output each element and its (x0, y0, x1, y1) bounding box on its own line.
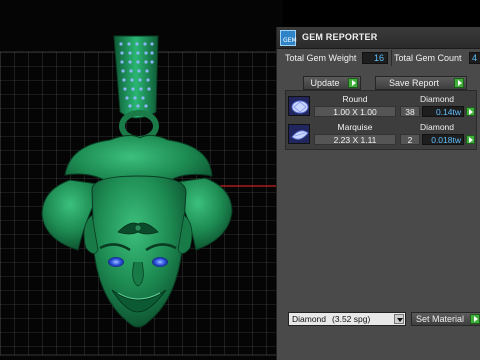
play-arrow-icon (348, 78, 358, 88)
gem-weight: 0.14tw (422, 106, 464, 117)
gem-row[interactable]: Marquise 2.23 X 1.11 Diamond 2 0.018tw (286, 122, 476, 147)
material-name: Diamond (292, 314, 327, 324)
set-material-button[interactable]: Set Material (411, 312, 480, 326)
gem-action-arrow-icon[interactable] (466, 107, 475, 116)
total-gem-count-value: 4 (469, 52, 480, 64)
gem-weight: 0.018tw (422, 134, 464, 145)
gem-size: 1.00 X 1.00 (314, 106, 396, 117)
left-eye-gem (108, 257, 124, 267)
material-select[interactable]: Diamond (3.52 spg) (288, 312, 406, 326)
gem-count: 2 (400, 134, 420, 145)
total-gem-weight-value: 16 (362, 52, 388, 64)
gem-shape: Round (342, 94, 368, 104)
panel-title: GEM REPORTER (302, 32, 378, 42)
save-report-button-label: Save Report (388, 78, 440, 88)
gem-material: Diamond (419, 94, 455, 104)
gem-shape: Marquise (337, 122, 373, 132)
panel-header: GEM GEM REPORTER (277, 27, 480, 49)
gem-count: 38 (400, 106, 420, 117)
divider (391, 50, 392, 66)
gem-reporter-logo-icon: GEM (280, 30, 297, 46)
chevron-down-icon (394, 314, 404, 324)
update-button[interactable]: Update (303, 76, 361, 90)
pendant-bail (113, 35, 159, 119)
total-gem-count-label: Total Gem Count (394, 53, 462, 63)
material-density: (3.52 spg) (332, 314, 371, 324)
right-eye-gem (152, 257, 168, 267)
update-button-label: Update (310, 78, 340, 88)
gem-list: Round 1.00 X 1.00 Diamond 38 0.14tw Marq… (285, 90, 477, 150)
gem-reporter-panel: GEM GEM REPORTER Total Gem Weight 16 Tot… (276, 27, 480, 360)
save-report-button[interactable]: Save Report (375, 76, 467, 90)
total-gem-weight-label: Total Gem Weight (285, 53, 357, 63)
marquise-gem-icon (288, 124, 310, 144)
gem-size: 2.23 X 1.11 (314, 134, 396, 145)
gem-row[interactable]: Round 1.00 X 1.00 Diamond 38 0.14tw (286, 94, 476, 119)
3d-viewport[interactable] (0, 0, 283, 360)
set-material-button-label: Set Material (415, 314, 465, 324)
gem-action-arrow-icon[interactable] (466, 135, 475, 144)
round-gem-icon (288, 96, 310, 116)
play-arrow-icon (454, 78, 464, 88)
play-arrow-icon (470, 314, 480, 324)
gem-material: Diamond (419, 122, 455, 132)
viewport-canvas (0, 35, 283, 356)
